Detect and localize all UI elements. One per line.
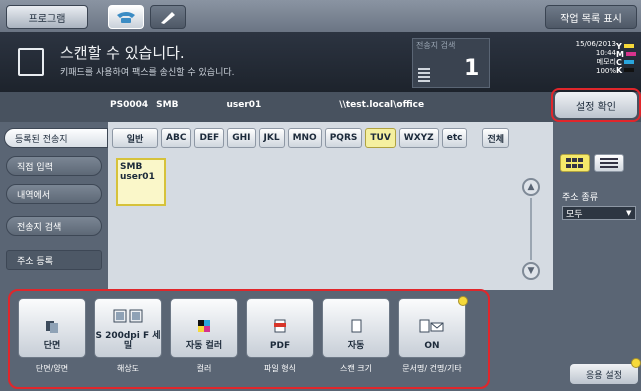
toner-bar xyxy=(623,44,634,48)
resolution-icon xyxy=(113,309,143,323)
grid-icon xyxy=(566,158,583,168)
index-tab[interactable]: PQRS xyxy=(324,128,363,148)
file-format-tile[interactable]: PDF xyxy=(246,298,314,358)
toner-level: K xyxy=(616,65,638,75)
destination-count: 1 xyxy=(464,56,480,81)
nav-destination-search[interactable]: 전송지 검색 xyxy=(6,216,102,236)
list-icon xyxy=(600,158,618,168)
job-list-button[interactable]: 작업 목록 표시 xyxy=(545,5,637,29)
chevron-down-icon: ▼ xyxy=(626,209,632,217)
scan-size-value: 자동 xyxy=(347,341,365,351)
pdf-icon xyxy=(274,319,286,333)
file-format-value: PDF xyxy=(269,341,291,351)
scan-mode-button[interactable] xyxy=(108,5,144,29)
destination-count-label: 전송지 검색 xyxy=(416,41,456,50)
resolution-tile[interactable]: S 200dpi F 세밀 xyxy=(94,298,162,358)
destination-tile[interactable]: SMB user01 xyxy=(116,158,166,206)
grid-view-button[interactable] xyxy=(560,154,590,172)
destination-user: user01 xyxy=(226,100,262,110)
program-button[interactable]: 프로그램 xyxy=(6,5,88,29)
notice-indicator xyxy=(631,358,641,368)
index-tab[interactable]: 전체 xyxy=(482,128,510,148)
color-label: 컬러 xyxy=(196,364,212,373)
nav-register-address[interactable]: 주소 등록 xyxy=(6,250,102,270)
notice-indicator xyxy=(458,296,468,306)
resolution-label: 해상도 xyxy=(116,364,140,373)
phone-icon xyxy=(117,12,135,23)
file-format-label: 파일 형식 xyxy=(264,364,296,373)
resolution-value: S 200dpi F 세밀 xyxy=(95,331,161,351)
index-tab[interactable]: TUV xyxy=(365,128,396,148)
index-tab[interactable]: MNO xyxy=(287,128,322,148)
duplex-icon xyxy=(46,321,58,333)
address-type-label: 주소 종류 xyxy=(562,193,598,203)
toner-bar xyxy=(623,60,634,64)
nav-history[interactable]: 내역에서 xyxy=(6,184,102,204)
color-tile[interactable]: 자동 컬러 xyxy=(170,298,238,358)
scroll-down-button[interactable]: ▼ xyxy=(522,262,540,280)
page-icon xyxy=(351,319,362,333)
memory-label: 메모리 xyxy=(596,58,616,66)
scroll-up-button[interactable]: ▲ xyxy=(522,178,540,196)
status-submessage: 키패드를 사용하여 팩스를 송신할 수 있습니다. xyxy=(60,68,235,78)
scroll-track[interactable] xyxy=(530,198,532,260)
duplex-label: 단면/양면 xyxy=(35,364,69,373)
current-destination: PS0004 SMB user01 \\test.local\office xyxy=(110,100,490,110)
memory-value: 100% xyxy=(595,67,616,75)
toner-bar xyxy=(625,52,636,56)
device-status: 15/06/2013 10:44 메모리 100% xyxy=(560,40,616,76)
index-tab[interactable]: ABC xyxy=(161,128,192,148)
status-date: 15/06/2013 xyxy=(575,40,616,48)
nav-direct-input[interactable]: 직접 입력 xyxy=(6,156,102,176)
chevron-up-icon: ▲ xyxy=(527,182,535,192)
destination-tile-type: SMB xyxy=(120,162,143,172)
index-tabs: 일반 ABC DEF GHI JKL MNO PQRS TUV WXYZ etc 전체 xyxy=(112,128,552,148)
index-tab[interactable]: WXYZ xyxy=(398,128,439,148)
destination-tile-name: user01 xyxy=(120,172,155,182)
toner-letter: K xyxy=(616,65,623,75)
toner-bar xyxy=(624,68,635,72)
chevron-down-icon: ▼ xyxy=(527,266,535,276)
color-icon xyxy=(198,320,210,332)
nav-registered-destinations[interactable]: 등록된 전송지 xyxy=(4,128,108,148)
status-time: 10:44 xyxy=(595,49,616,57)
duplex-tile[interactable]: 단면 xyxy=(18,298,86,358)
index-tab[interactable]: GHI xyxy=(227,128,256,148)
document-name-label: 문서명/ 건명/기타 xyxy=(402,364,462,373)
duplex-value: 단면 xyxy=(43,341,61,351)
index-tab[interactable]: 일반 xyxy=(112,128,158,148)
scanner-icon xyxy=(18,48,44,76)
document-name-value: ON xyxy=(424,341,440,351)
status-message: 스캔할 수 있습니다. xyxy=(60,44,185,62)
destination-id: PS0004 xyxy=(110,100,149,110)
pen-icon xyxy=(161,12,175,24)
color-value: 자동 컬러 xyxy=(185,341,223,351)
destination-path: \\test.local\office xyxy=(339,100,425,110)
list-view-button[interactable] xyxy=(594,154,624,172)
document-name-tile[interactable]: ON xyxy=(398,298,466,358)
list-icon xyxy=(418,68,430,82)
scan-size-label: 스캔 크기 xyxy=(340,364,372,373)
destination-type: SMB xyxy=(156,100,179,110)
check-settings-button[interactable]: 설정 확인 xyxy=(555,92,637,118)
index-tab[interactable]: JKL xyxy=(258,128,285,148)
index-tab[interactable]: DEF xyxy=(194,128,225,148)
application-settings-button[interactable]: 응용 설정 xyxy=(570,364,638,384)
index-tab[interactable]: etc xyxy=(441,128,468,148)
scan-size-tile[interactable]: 자동 xyxy=(322,298,390,358)
toner-levels: YMCK xyxy=(616,42,638,75)
address-type-select[interactable]: 모두 xyxy=(562,206,636,220)
mail-icon xyxy=(419,319,444,333)
fax-mode-button[interactable] xyxy=(150,5,186,29)
